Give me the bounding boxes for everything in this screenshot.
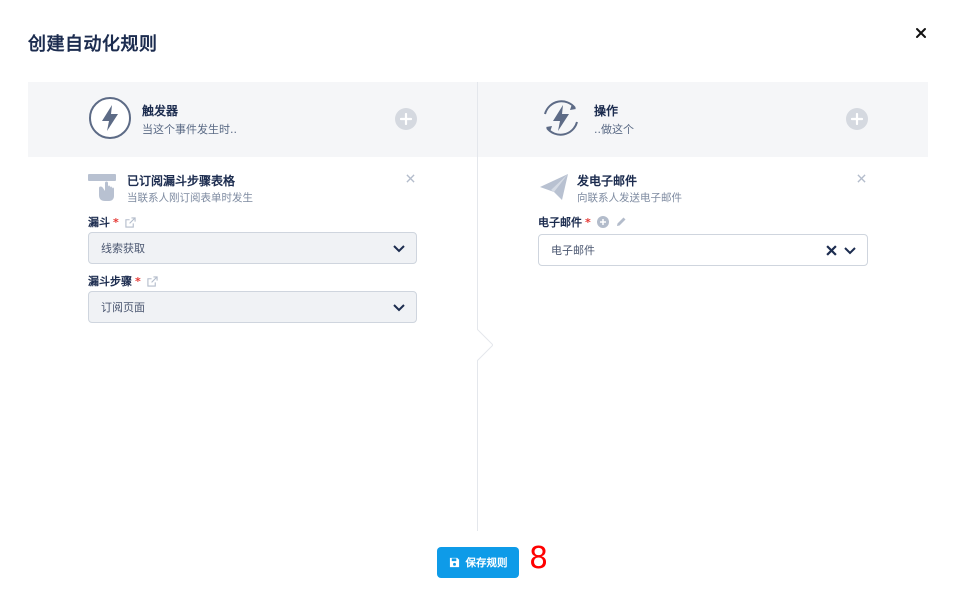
add-email-icon[interactable] (596, 216, 609, 228)
trigger-card-subtitle: 当联系人刚订阅表单时发生 (127, 192, 253, 204)
chevron-down-icon (393, 245, 405, 253)
funnel-select[interactable]: 线索获取 (88, 232, 417, 264)
trigger-card-title: 已订阅漏斗步骤表格 (127, 174, 236, 188)
action-card-title: 发电子邮件 (577, 174, 638, 188)
lightning-bolt-cycle-icon (544, 100, 578, 136)
clear-icon[interactable] (826, 245, 837, 256)
remove-trigger-icon[interactable] (404, 172, 416, 184)
funnel-select-value: 线索获取 (101, 242, 145, 255)
funnel-step-select[interactable]: 订阅页面 (88, 291, 417, 323)
modal-title: 创建自动化规则 (28, 34, 158, 55)
annotation-number: 8 (529, 541, 549, 576)
trigger-header-title: 触发器 (142, 104, 179, 118)
lightning-bolt-icon (89, 97, 131, 139)
external-link-icon[interactable] (147, 275, 158, 287)
save-rule-button[interactable]: 保存规则 (437, 547, 519, 578)
funnel-label-text: 漏斗 (88, 216, 110, 229)
action-header-subtitle: ..做这个 (594, 123, 634, 136)
funnel-step-select-value: 订阅页面 (101, 301, 145, 314)
email-select-value: 电子邮件 (551, 244, 595, 257)
chevron-down-icon (393, 304, 405, 312)
required-mark: * (585, 215, 591, 229)
paper-plane-icon (540, 174, 568, 200)
funnel-form-hand-icon (88, 174, 116, 201)
email-label-text: 电子邮件 (538, 216, 582, 229)
add-trigger-button[interactable] (395, 108, 417, 130)
funnel-step-label-text: 漏斗步骤 (88, 275, 132, 288)
funnel-label: 漏斗 * (88, 214, 136, 230)
external-link-icon[interactable] (125, 216, 136, 228)
trigger-header-subtitle: 当这个事件发生时.. (142, 123, 237, 136)
required-mark: * (113, 215, 119, 229)
edit-pencil-icon[interactable] (615, 216, 627, 228)
email-select[interactable]: 电子邮件 (538, 234, 868, 266)
plus-circle-icon (851, 113, 863, 125)
add-action-button[interactable] (846, 108, 868, 130)
chevron-down-icon (844, 247, 856, 255)
remove-action-icon[interactable] (855, 172, 867, 184)
funnel-step-label: 漏斗步骤 * (88, 273, 158, 289)
panel-divider (477, 82, 478, 531)
plus-circle-icon (400, 113, 412, 125)
action-header-title: 操作 (594, 104, 619, 118)
email-label: 电子邮件 * (538, 214, 627, 230)
required-mark: * (135, 274, 141, 288)
action-card-subtitle: 向联系人发送电子邮件 (577, 192, 682, 204)
floppy-disk-icon (449, 557, 459, 568)
divider-arrow (477, 329, 493, 361)
save-rule-label: 保存规则 (465, 557, 508, 569)
close-icon[interactable] (913, 25, 929, 41)
